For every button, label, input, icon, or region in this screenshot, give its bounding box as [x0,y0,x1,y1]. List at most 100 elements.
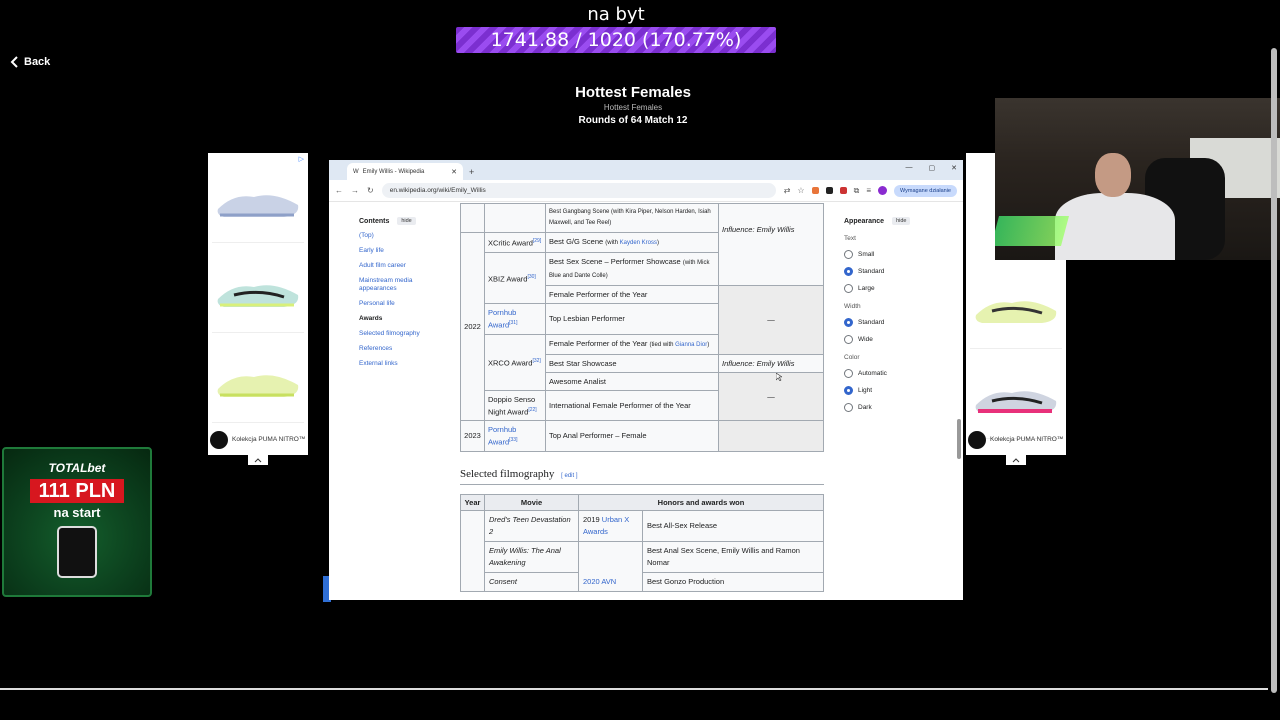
year-cell: 2022 [460,232,485,421]
org-cell[interactable]: Pornhub Award[31] [484,303,546,335]
bonus-sub: na start [53,505,101,520]
chevron-up-icon [1012,457,1020,462]
bottom-divider [0,688,1268,690]
required-action-button[interactable]: Wymagane działanie [893,184,957,197]
award-cell: Top Anal Performer – Female [545,420,719,452]
close-tab-icon[interactable]: ✕ [451,168,457,176]
toc-item[interactable]: Mainstream media appearances [359,277,449,293]
toc-hide-button[interactable]: hide [397,217,416,225]
shoe-image [212,337,304,423]
bonus-amount: 111 PLN [30,479,124,503]
page-subtitle: Hottest Females [603,103,663,112]
toc-item[interactable]: External links [359,360,449,368]
ad-collapse-button[interactable] [1006,455,1026,465]
award-cell: Female Performer of the Year [545,285,719,304]
table-row: Emily Willis: The Anal Awakening 2020 AV… [461,540,824,592]
totalbet-ad[interactable]: TOTALbet 111 PLN na start [2,447,152,597]
tab-title: Emily Willis - Wikipedia [362,168,425,175]
width-wide-radio[interactable]: Wide [844,335,934,344]
ad-left[interactable]: ▷ Kolekcja PUMA NITRO™ [208,153,308,455]
column-header: Movie [484,493,579,511]
address-bar[interactable]: en.wikipedia.org/wiki/Emily_Willis [381,183,776,198]
queue-icon[interactable]: ≡ [866,186,871,195]
honor-cell: Best Anal Sex Scene, Emily Willis and Ra… [642,540,824,573]
table-row: Consent Best Gonzo Production [461,571,824,592]
appearance-panel: Appearance hide Text Small Standard Large… [844,217,934,412]
page-header: Hottest Females Hottest Females Rounds o… [433,84,833,126]
wiki-content: Contents hide (Top) Early life Adult film… [329,203,963,600]
appearance-hide-button[interactable]: hide [892,217,911,225]
text-size-label: Text [844,235,856,242]
ad-caption: Kolekcja PUMA NITRO™ [232,436,306,443]
toc-item[interactable]: References [359,345,449,353]
color-label: Color [844,354,860,361]
color-automatic-radio[interactable]: Automatic [844,369,934,378]
org-cell[interactable]: Pornhub Award[33] [484,420,546,452]
window-scrollbar[interactable] [1271,48,1277,693]
shoe-image [970,263,1062,349]
chevron-left-icon [10,56,18,68]
window-controls: — ▢ ✕ [906,164,958,172]
column-header: Honors and awards won [578,493,824,511]
text-standard-radio[interactable]: Standard [844,267,934,276]
width-label: Width [844,303,861,310]
url-text: en.wikipedia.org/wiki/Emily_Willis [389,187,486,194]
progress-bar: 1741.88 / 1020 (170.77%) [456,27,776,53]
award-cell: Awesome Analist [545,371,719,391]
extension-icon[interactable] [825,187,833,194]
text-large-radio[interactable]: Large [844,284,934,293]
ad-footer[interactable]: Kolekcja PUMA NITRO™ [968,431,1064,449]
extension-icon[interactable] [839,187,847,194]
browser-tab[interactable]: W Emily Willis - Wikipedia ✕ [347,163,463,180]
award-cell: Best Sex Scene – Performer Showcase (wit… [545,252,719,286]
movie-cell: Consent [484,571,579,592]
maximize-icon[interactable]: ▢ [929,164,936,172]
table-of-contents: Contents hide (Top) Early life Adult film… [359,217,449,368]
puzzle-icon[interactable]: ⧉ [854,186,860,196]
chevron-up-icon [254,457,262,462]
toc-item[interactable]: (Top) [359,232,449,240]
award-org-cell[interactable]: 2019 Urban X Awards [578,509,643,542]
width-standard-radio[interactable]: Standard [844,318,934,327]
toc-item[interactable]: Personal life [359,300,449,308]
close-window-icon[interactable]: ✕ [951,164,957,172]
back-arrow-icon[interactable]: ← [335,186,343,195]
page-scrollbar[interactable] [957,246,961,600]
ad-caption: Kolekcja PUMA NITRO™ [990,436,1064,443]
ad-collapse-button[interactable] [248,455,268,465]
adchoices-icon[interactable]: ▷ [299,155,304,163]
toc-item[interactable]: Selected filmography [359,330,449,338]
color-dark-radio[interactable]: Dark [844,403,934,412]
toc-item[interactable]: Adult film career [359,262,449,270]
color-light-radio[interactable]: Light [844,386,934,395]
phone-image [57,526,97,578]
org-cell: XRCO Award[32] [484,333,546,391]
translate-icon[interactable]: ⇄ [784,186,791,195]
toc-item-active[interactable]: Awards [359,315,449,323]
star-icon[interactable]: ☆ [797,186,804,195]
award-cell: Top Lesbian Performer [545,303,719,335]
column-header: Year [460,493,485,511]
table-row: Dred's Teen Devastation 2 2019 Urban X A… [460,509,824,592]
avatar[interactable] [877,186,887,195]
text-small-radio[interactable]: Small [844,250,934,259]
back-button[interactable]: Back [10,56,50,68]
toc-item[interactable]: Early life [359,247,449,255]
forward-arrow-icon[interactable]: → [351,186,359,195]
shoe-image [970,353,1062,439]
reload-icon[interactable]: ↻ [367,186,374,195]
minimize-icon[interactable]: — [906,164,913,172]
movie-cell: Dred's Teen Devastation 2 [484,509,579,542]
person-torso [1055,193,1175,260]
dash-cell: — [718,285,824,355]
mouse-cursor-icon [776,373,782,381]
award-org-cell[interactable]: 2020 AVN [578,540,643,592]
browser-window: W Emily Willis - Wikipedia ✕ + — ▢ ✕ ← →… [329,160,963,600]
edit-link[interactable]: [ edit ] [561,473,577,479]
ad-footer[interactable]: Kolekcja PUMA NITRO™ [210,431,306,449]
new-tab-icon[interactable]: + [469,167,474,177]
match-label: Rounds of 64 Match 12 [578,115,688,126]
award-cell: International Female Performer of the Ye… [545,389,719,421]
shoe-image [212,247,304,333]
extension-icon[interactable] [811,187,819,194]
